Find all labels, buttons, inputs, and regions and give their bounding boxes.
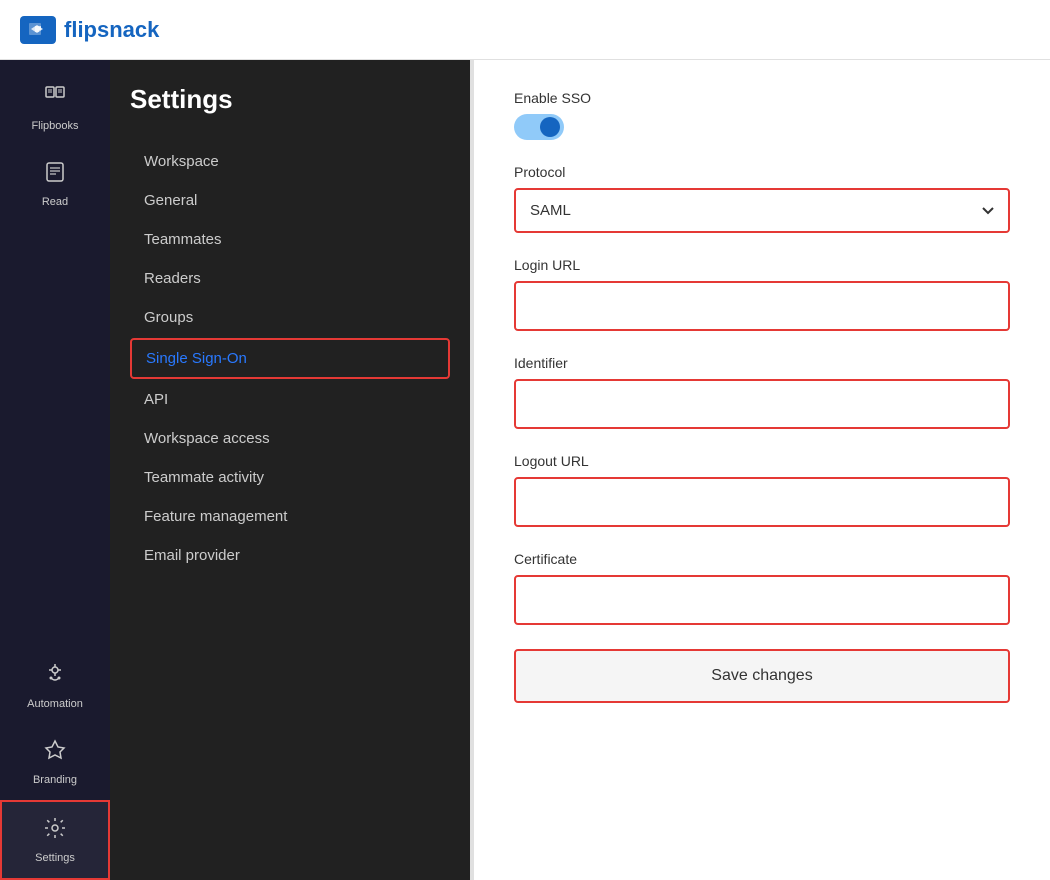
- identifier-input[interactable]: [514, 379, 1010, 429]
- settings-icon: [43, 816, 67, 846]
- certificate-label: Certificate: [514, 551, 1010, 567]
- nav-item-branding[interactable]: Branding: [0, 724, 110, 800]
- nav-item-settings[interactable]: Settings: [0, 800, 110, 880]
- toggle-slider: [514, 114, 564, 140]
- login-url-label: Login URL: [514, 257, 1010, 273]
- sidebar-item-groups[interactable]: Groups: [130, 299, 450, 336]
- logo-icon: [20, 16, 56, 44]
- logout-url-input[interactable]: [514, 477, 1010, 527]
- logout-url-group: Logout URL: [514, 453, 1010, 527]
- protocol-select[interactable]: SAML OIDC: [514, 188, 1010, 233]
- branding-icon: [43, 738, 67, 768]
- identifier-group: Identifier: [514, 355, 1010, 429]
- sidebar-item-email-provider[interactable]: Email provider: [130, 537, 450, 574]
- nav-item-flipbooks[interactable]: Flipbooks: [0, 70, 110, 146]
- sidebar-item-feature-management[interactable]: Feature management: [130, 498, 450, 535]
- save-changes-button[interactable]: Save changes: [514, 649, 1010, 703]
- login-url-input[interactable]: [514, 281, 1010, 331]
- nav-item-automation[interactable]: Automation: [0, 648, 110, 724]
- automation-icon: [43, 662, 67, 692]
- sidebar-item-general[interactable]: General: [130, 182, 450, 219]
- nav-item-read[interactable]: Read: [0, 146, 110, 222]
- left-nav: Flipbooks Read: [0, 60, 110, 880]
- nav-label-automation: Automation: [27, 698, 83, 710]
- sidebar-item-teammates[interactable]: Teammates: [130, 221, 450, 258]
- nav-label-read: Read: [42, 196, 68, 208]
- sidebar-item-api[interactable]: API: [130, 381, 450, 418]
- sidebar: Settings Workspace General Teammates Rea…: [110, 60, 470, 880]
- protocol-group: Protocol SAML OIDC: [514, 164, 1010, 233]
- nav-label-flipbooks: Flipbooks: [31, 120, 78, 132]
- logo-text: flipsnack: [64, 17, 159, 43]
- certificate-input[interactable]: [514, 575, 1010, 625]
- sidebar-item-workspace[interactable]: Workspace: [130, 143, 450, 180]
- login-url-group: Login URL: [514, 257, 1010, 331]
- logo: flipsnack: [20, 16, 159, 44]
- sidebar-menu: Workspace General Teammates Readers Grou…: [130, 143, 450, 574]
- enable-sso-label: Enable SSO: [514, 90, 1010, 106]
- read-icon: [43, 160, 67, 190]
- app-header: flipsnack: [0, 0, 1050, 60]
- flipbooks-icon: [43, 84, 67, 114]
- sidebar-item-workspace-access[interactable]: Workspace access: [130, 420, 450, 457]
- identifier-label: Identifier: [514, 355, 1010, 371]
- nav-label-settings: Settings: [35, 852, 75, 864]
- certificate-group: Certificate: [514, 551, 1010, 625]
- enable-sso-group: Enable SSO: [514, 90, 1010, 140]
- sidebar-title: Settings: [130, 84, 450, 115]
- sidebar-item-sso[interactable]: Single Sign-On: [130, 338, 450, 379]
- nav-label-branding: Branding: [33, 774, 77, 786]
- sidebar-item-teammate-activity[interactable]: Teammate activity: [130, 459, 450, 496]
- content-area: Enable SSO Protocol SAML OIDC Login URL …: [474, 60, 1050, 880]
- toggle-container: [514, 114, 1010, 140]
- logout-url-label: Logout URL: [514, 453, 1010, 469]
- protocol-label: Protocol: [514, 164, 1010, 180]
- sso-toggle[interactable]: [514, 114, 564, 140]
- sidebar-item-readers[interactable]: Readers: [130, 260, 450, 297]
